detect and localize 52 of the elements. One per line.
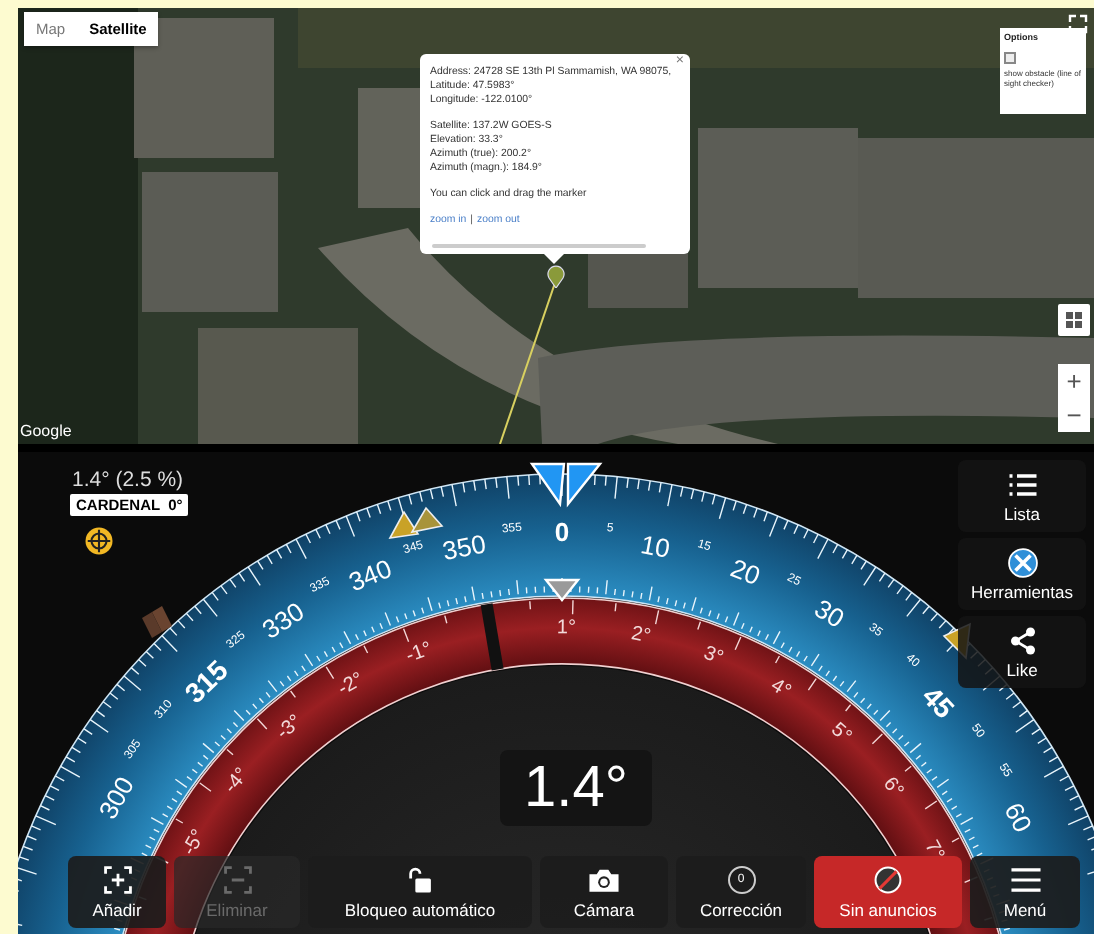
map-marker-icon[interactable]: [546, 264, 566, 288]
compass-scale-label: 20: [726, 552, 765, 591]
tilt-scale-label: -3°: [272, 711, 307, 745]
tools-icon: [1007, 547, 1037, 577]
tilt-reading: 1.4°: [500, 750, 652, 826]
top-pointer-icon: [529, 462, 603, 508]
marker-bars-icon: [142, 606, 172, 638]
compass-scale-label: 60: [998, 797, 1039, 838]
toolbar-button[interactable]: Bloqueo automático: [308, 856, 532, 928]
compass-scale-label: 330: [256, 596, 310, 645]
side-button[interactable]: Herramientas: [958, 538, 1086, 610]
side-button[interactable]: Like: [958, 616, 1086, 688]
side-button[interactable]: Lista: [958, 460, 1086, 532]
compass-scale-label: 0: [554, 516, 570, 547]
unlocked-padlock-icon: [404, 865, 436, 893]
toolbar-button[interactable]: Menú: [970, 856, 1080, 928]
tilt-scale-label: 4°: [766, 674, 795, 704]
menu-icon: [1009, 865, 1041, 893]
remove-frame-icon: [221, 865, 253, 893]
tilt-scale-label: 6°: [878, 773, 908, 803]
toolbar-button[interactable]: Añadir: [68, 856, 166, 928]
tilt-scale-label: 1°: [556, 617, 577, 640]
compass-scale-label: 340: [344, 553, 396, 598]
marker-triangles-icon: [388, 506, 444, 539]
tilt-scale-label: -2°: [334, 668, 368, 701]
toolbar-button[interactable]: Cámara: [540, 856, 668, 928]
show-obstacle-checkbox[interactable]: [1004, 52, 1016, 64]
list-icon: [1007, 469, 1037, 499]
tilt-scale-label: 3°: [700, 642, 726, 670]
camera-icon: [588, 865, 620, 893]
tilt-scale-label: -4°: [220, 764, 254, 799]
share-icon: [1007, 625, 1037, 655]
map-attribution: Google: [20, 422, 72, 442]
no-ads-icon: [872, 865, 904, 893]
compass-scale-label: 350: [440, 528, 489, 567]
compass-scale-label: 30: [809, 593, 850, 634]
toolbar-button[interactable]: Sin anuncios: [814, 856, 962, 928]
map-layout-icon[interactable]: [1058, 304, 1090, 336]
tilt-scale-label: 2°: [629, 623, 653, 649]
compass-scale-label: 45: [916, 679, 961, 725]
popup-scrollbar[interactable]: [432, 244, 646, 248]
tilt-scale-label: 5°: [826, 719, 856, 749]
compass-scale-label: 315: [178, 653, 234, 710]
compass-scale-label: 10: [638, 529, 673, 564]
level-slot: [480, 603, 504, 671]
target-icon[interactable]: [84, 526, 114, 556]
angle-reading: 1.4° (2.5 %): [72, 468, 184, 492]
tilt-scale-label: -1°: [403, 638, 435, 668]
compass-scale-label: 300: [92, 771, 141, 825]
tilt-scale-label: -5°: [178, 826, 211, 860]
level-pointer-icon: [543, 578, 581, 602]
add-frame-icon: [101, 865, 133, 893]
